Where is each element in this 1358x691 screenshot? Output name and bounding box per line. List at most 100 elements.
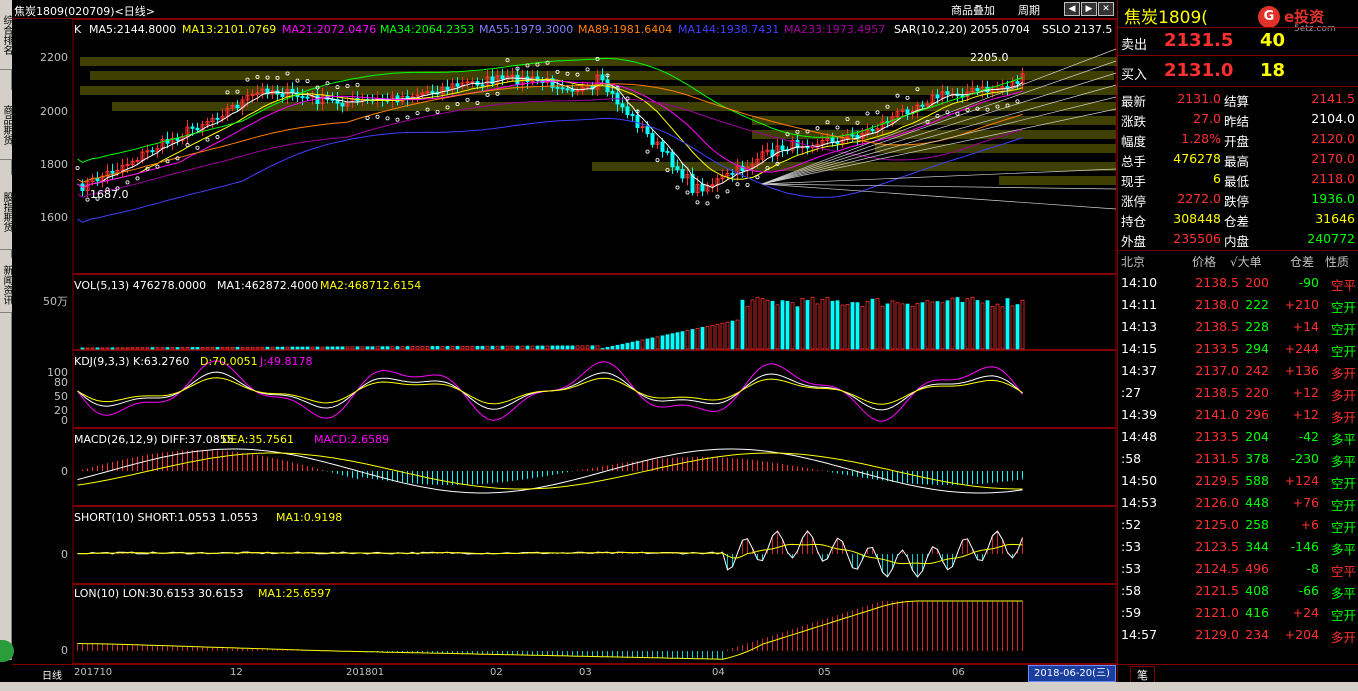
tick-volume: 296	[1245, 407, 1269, 422]
tick-row[interactable]: 14:50 2129.5 588 +124 空开	[1118, 470, 1358, 492]
tab-ranking[interactable]: 综合排名	[0, 0, 12, 70]
quote-panel: 焦炭1809( G e投资 5etz.com 卖出 2131.5 40 买入 2…	[1117, 0, 1358, 691]
volume-bar	[965, 298, 970, 350]
sar-dot	[365, 115, 370, 120]
volume-bar	[175, 347, 180, 350]
nav-left-button[interactable]: ◀	[1064, 2, 1080, 16]
tab-news[interactable]: 新闻资讯	[0, 258, 12, 313]
tick-row[interactable]: 14:13 2138.5 228 +14 空开	[1118, 316, 1358, 338]
tick-volume: 222	[1245, 297, 1269, 312]
tick-open-interest: -42	[1298, 429, 1319, 444]
candle-body	[480, 84, 485, 87]
kdj-d-label: D:70.0051	[200, 355, 258, 368]
tick-row[interactable]: :27 2138.5 220 +12 多开	[1118, 382, 1358, 404]
kdj-y-tick-80: 80	[54, 376, 68, 389]
sar-dot	[215, 135, 220, 140]
tick-open-interest: +210	[1284, 297, 1319, 312]
tab-index-futures[interactable]: 股指期货	[0, 175, 12, 250]
sar-dot	[735, 182, 740, 187]
volume-bar	[215, 347, 220, 350]
tab-commodity-futures[interactable]: 商品期货	[0, 90, 12, 160]
macd-dea-label: DEA:35.7561	[222, 433, 294, 446]
sar-dot	[135, 176, 140, 181]
candle-body	[280, 93, 285, 98]
tick-row[interactable]: :53 2124.5 496 -8 空平	[1118, 558, 1358, 580]
volume-band	[875, 144, 1116, 153]
tick-row[interactable]: :58 2131.5 378 -230 多平	[1118, 448, 1358, 470]
tick-volume: 408	[1245, 583, 1269, 598]
tick-price: 2129.5	[1195, 473, 1239, 488]
volume-bar	[445, 346, 450, 350]
volume-bar	[935, 301, 940, 350]
quote-value: 308448	[1173, 211, 1221, 226]
volume-bar	[165, 347, 170, 350]
period-button[interactable]: 周期	[1018, 2, 1040, 18]
tick-open-interest: +124	[1284, 473, 1319, 488]
volume-bar	[315, 346, 320, 350]
volume-bar	[805, 300, 810, 350]
volume-bar	[880, 305, 885, 350]
candle-body	[470, 81, 475, 84]
volume-bar	[190, 347, 195, 350]
candle-body	[625, 106, 630, 115]
sar-dot	[195, 145, 200, 150]
tick-time: 14:39	[1121, 407, 1158, 422]
tick-row[interactable]: 14:53 2126.0 448 +76 空开	[1118, 492, 1358, 514]
ma34-label: MA34:2064.2353	[380, 23, 474, 36]
tick-row[interactable]: 14:39 2141.0 296 +12 多开	[1118, 404, 1358, 426]
volume-bar	[225, 346, 230, 350]
tick-time: :58	[1121, 583, 1142, 598]
nav-close-button[interactable]: ✕	[1098, 2, 1114, 16]
buy-volume: 18	[1260, 60, 1286, 81]
candle-body	[150, 150, 155, 153]
quote-value: 2120.0	[1311, 131, 1355, 146]
tick-row[interactable]: 14:10 2138.5 200 -90 空平	[1118, 272, 1358, 294]
tick-price: 2137.0	[1195, 363, 1239, 378]
chart-area[interactable]: K MA5:2144.8000 MA13:2101.0769 MA21:2072…	[12, 19, 1123, 664]
tick-row[interactable]: 14:11 2138.0 222 +210 空开	[1118, 294, 1358, 316]
volume-bar	[180, 347, 185, 350]
tick-row[interactable]: :59 2121.0 416 +24 空开	[1118, 602, 1358, 624]
volume-bar	[145, 347, 150, 350]
tick-open-interest: -230	[1290, 451, 1319, 466]
volume-bar	[580, 345, 585, 350]
tick-row[interactable]: :53 2123.5 344 -146 多平	[1118, 536, 1358, 558]
nav-right-button[interactable]: ▶	[1081, 2, 1097, 16]
tick-price: 2133.5	[1195, 429, 1239, 444]
tick-row[interactable]: 14:37 2137.0 242 +136 多开	[1118, 360, 1358, 382]
volume-bar	[130, 347, 135, 350]
tick-time: 14:57	[1121, 627, 1158, 642]
candle-body	[700, 183, 705, 192]
x-label-12: 12	[230, 667, 243, 678]
tick-time: 14:11	[1121, 297, 1158, 312]
tick-row[interactable]: :58 2121.5 408 -66 多平	[1118, 580, 1358, 602]
tick-row[interactable]: 14:57 2129.0 234 +204 多开	[1118, 624, 1358, 646]
volume-bar	[520, 345, 525, 350]
volume-bar	[575, 345, 580, 350]
volume-bar	[630, 341, 635, 350]
volume-bar	[525, 345, 530, 350]
macd-dea-line	[77, 452, 1023, 490]
sar-dot	[705, 201, 710, 206]
ma55-label: MA55:1979.3000	[479, 23, 573, 36]
tick-row[interactable]: :52 2125.0 258 +6 空开	[1118, 514, 1358, 536]
volume-bar	[725, 321, 730, 350]
overlay-commodity-button[interactable]: 商品叠加	[951, 2, 995, 18]
volume-bar	[625, 342, 630, 350]
volume-bar	[340, 346, 345, 350]
volume-bar	[430, 346, 435, 350]
volume-bar	[200, 347, 205, 350]
volume-bar	[640, 339, 645, 350]
period-tab[interactable]: 日线	[42, 667, 62, 682]
tick-volume: 294	[1245, 341, 1269, 356]
volume-band	[752, 130, 1116, 139]
volume-bar	[250, 346, 255, 350]
tick-row[interactable]: 14:15 2133.5 294 +244 空开	[1118, 338, 1358, 360]
buy-label: 买入	[1121, 68, 1148, 83]
volume-bar	[375, 346, 380, 350]
logo-subtext: 5etz.com	[1294, 24, 1336, 34]
volume-bar	[655, 336, 660, 350]
tick-row[interactable]: 14:48 2133.5 204 -42 多平	[1118, 426, 1358, 448]
volume-bar	[535, 345, 540, 350]
volume-bar	[295, 346, 300, 350]
